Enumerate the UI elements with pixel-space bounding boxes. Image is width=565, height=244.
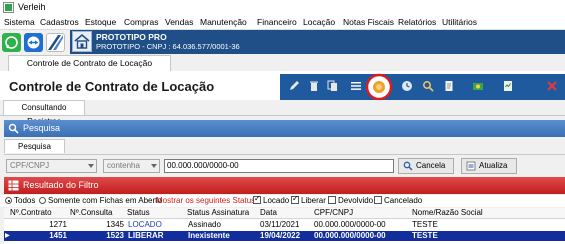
record-icon[interactable]: [365, 73, 393, 101]
check-cancelado[interactable]: [374, 196, 382, 204]
close-icon[interactable]: [546, 80, 558, 92]
mostrar-status-label: Mostrar os seguintes Status :: [156, 196, 260, 205]
check-locado-label: Locado: [263, 196, 290, 205]
radio-todos-label: Todos: [14, 196, 36, 205]
app-icon: [3, 2, 14, 13]
cell-data: 03/11/2021: [260, 220, 300, 229]
search-operator-select[interactable]: contenha: [103, 159, 160, 173]
menu-vendas[interactable]: Vendas: [165, 17, 193, 27]
radio-todos[interactable]: [5, 197, 12, 204]
menu-financeiro[interactable]: Financeiro: [257, 17, 297, 27]
column-header-consulta[interactable]: Nº.Consulta: [70, 208, 113, 218]
tab-controle-contrato[interactable]: Controle de Contrato de Locação: [8, 55, 171, 71]
check-devolvido-label: Devolvido: [338, 196, 374, 205]
cell-nome: TESTE: [412, 231, 438, 240]
chevron-down-icon: [151, 164, 157, 168]
menu-manutencao[interactable]: Manutenção: [200, 17, 247, 27]
menu-estoque[interactable]: Estoque: [85, 17, 116, 27]
radio-somente-label: Somente com Fichas em Aberto: [48, 196, 162, 205]
column-header-nome[interactable]: Nome/Razão Social: [412, 208, 483, 218]
tab-consultando-registros[interactable]: Consultando Registros: [3, 100, 85, 126]
table-row-selected[interactable]: ▶ 1451 1523 LIBERAR Inexistente 19/04/20…: [4, 231, 565, 241]
cell-consulta: 1523: [106, 231, 124, 240]
cell-data: 19/04/2022: [260, 231, 301, 240]
cell-contrato: 1271: [49, 220, 67, 229]
column-header-data[interactable]: Data: [260, 208, 277, 218]
title-bar: Verleih: [0, 0, 565, 15]
column-header-status[interactable]: Status: [127, 208, 150, 218]
pesquisa-title: Pesquisa: [23, 123, 61, 133]
search-icon: [403, 161, 413, 171]
table-row[interactable]: 1271 1345 LOCADO Assinado 03/11/2021 00.…: [4, 220, 565, 230]
results-table: Nº.Contrato Nº.Consulta Status Status As…: [4, 208, 565, 244]
company-name: PROTOTIPO PRO: [96, 32, 167, 42]
teamviewer-icon[interactable]: [24, 33, 43, 52]
cancel-button-label: Cancela: [416, 161, 446, 170]
cancel-button[interactable]: Cancela: [398, 158, 454, 174]
check-cancelado-label: Cancelado: [384, 196, 423, 205]
check-liberar[interactable]: [291, 194, 299, 204]
status-filter-row: Todos Somente com Fichas em Aberto Mostr…: [0, 194, 565, 207]
search-field-value: CPF/CNPJ: [10, 161, 50, 170]
cell-cpf: 00.000.000/0000-00: [314, 231, 386, 240]
menu-utilitarios[interactable]: Utilitários: [442, 17, 477, 27]
whatsapp-icon[interactable]: [2, 33, 21, 52]
check-locado[interactable]: [253, 194, 261, 204]
column-header-assinatura[interactable]: Status Assinatura: [187, 208, 249, 218]
report-icon[interactable]: [502, 80, 514, 92]
cell-assinatura: Assinado: [188, 220, 221, 229]
menu-notas-fiscais[interactable]: Notas Fiscais: [343, 17, 394, 27]
menu-sistema[interactable]: Sistema: [4, 17, 35, 27]
menu-locacao[interactable]: Locação: [303, 17, 335, 27]
search-field-select[interactable]: CPF/CNPJ: [6, 159, 97, 173]
search-icon[interactable]: [422, 80, 434, 92]
menu-bar: Sistema Cadastros Estoque Compras Vendas…: [0, 15, 565, 30]
resultado-header: Resultado do Filtro: [4, 177, 565, 194]
cell-assinatura: Inexistente: [188, 231, 230, 240]
anydesk-icon[interactable]: [46, 33, 65, 52]
tab-pesquisa-simples[interactable]: Pesquisa Simples: [4, 139, 65, 164]
check-liberar-label: Liberar: [301, 196, 326, 205]
menu-relatorios[interactable]: Relatórios: [398, 17, 436, 27]
cell-consulta: 1345: [106, 220, 124, 229]
copy-icon[interactable]: [327, 80, 339, 92]
chevron-down-icon: [88, 164, 94, 168]
pesquisa-header: Pesquisa: [4, 120, 565, 137]
cell-status: LIBERAR: [128, 231, 164, 240]
cell-nome: TESTE: [412, 220, 438, 229]
menu-cadastros[interactable]: Cadastros: [40, 17, 79, 27]
row-pointer-icon: ▶: [5, 233, 10, 239]
column-header-contrato[interactable]: Nº.Contrato: [10, 208, 52, 218]
resultado-title: Resultado do Filtro: [23, 180, 99, 190]
window-title: Verleih: [18, 2, 46, 12]
home-icon[interactable]: [72, 31, 92, 52]
trash-icon[interactable]: [308, 80, 320, 92]
page-title: Controle de Contrato de Locação: [9, 79, 215, 94]
check-devolvido[interactable]: [328, 196, 336, 204]
refresh-button[interactable]: Atualiza: [461, 158, 517, 174]
column-header-cpf[interactable]: CPF/CNPJ: [314, 208, 353, 218]
cell-cpf: 00.000.000/0000-00: [314, 220, 386, 229]
search-operator-value: contenha: [107, 161, 140, 170]
menu-icon[interactable]: [350, 80, 362, 92]
magnifier-icon: [8, 123, 19, 134]
company-cnpj: PROTOTIPO - CNPJ : 64.036.577/0001-36: [96, 42, 240, 51]
table-header: Nº.Contrato Nº.Consulta Status Status As…: [4, 208, 565, 219]
radio-somente-fichas[interactable]: [39, 197, 46, 204]
money-icon[interactable]: [472, 80, 484, 92]
search-input[interactable]: 00.000.000/0000-00: [164, 159, 394, 173]
clock-icon[interactable]: [401, 80, 413, 92]
refresh-icon: [466, 161, 476, 171]
document-icon[interactable]: [443, 80, 455, 92]
menu-compras[interactable]: Compras: [124, 17, 158, 27]
cell-status: LOCADO: [128, 220, 162, 229]
cell-contrato: 1451: [49, 231, 67, 240]
refresh-button-label: Atualiza: [479, 161, 508, 170]
pencil-icon[interactable]: [288, 80, 300, 92]
action-toolbar: [280, 73, 565, 101]
grid-icon: [8, 180, 19, 191]
